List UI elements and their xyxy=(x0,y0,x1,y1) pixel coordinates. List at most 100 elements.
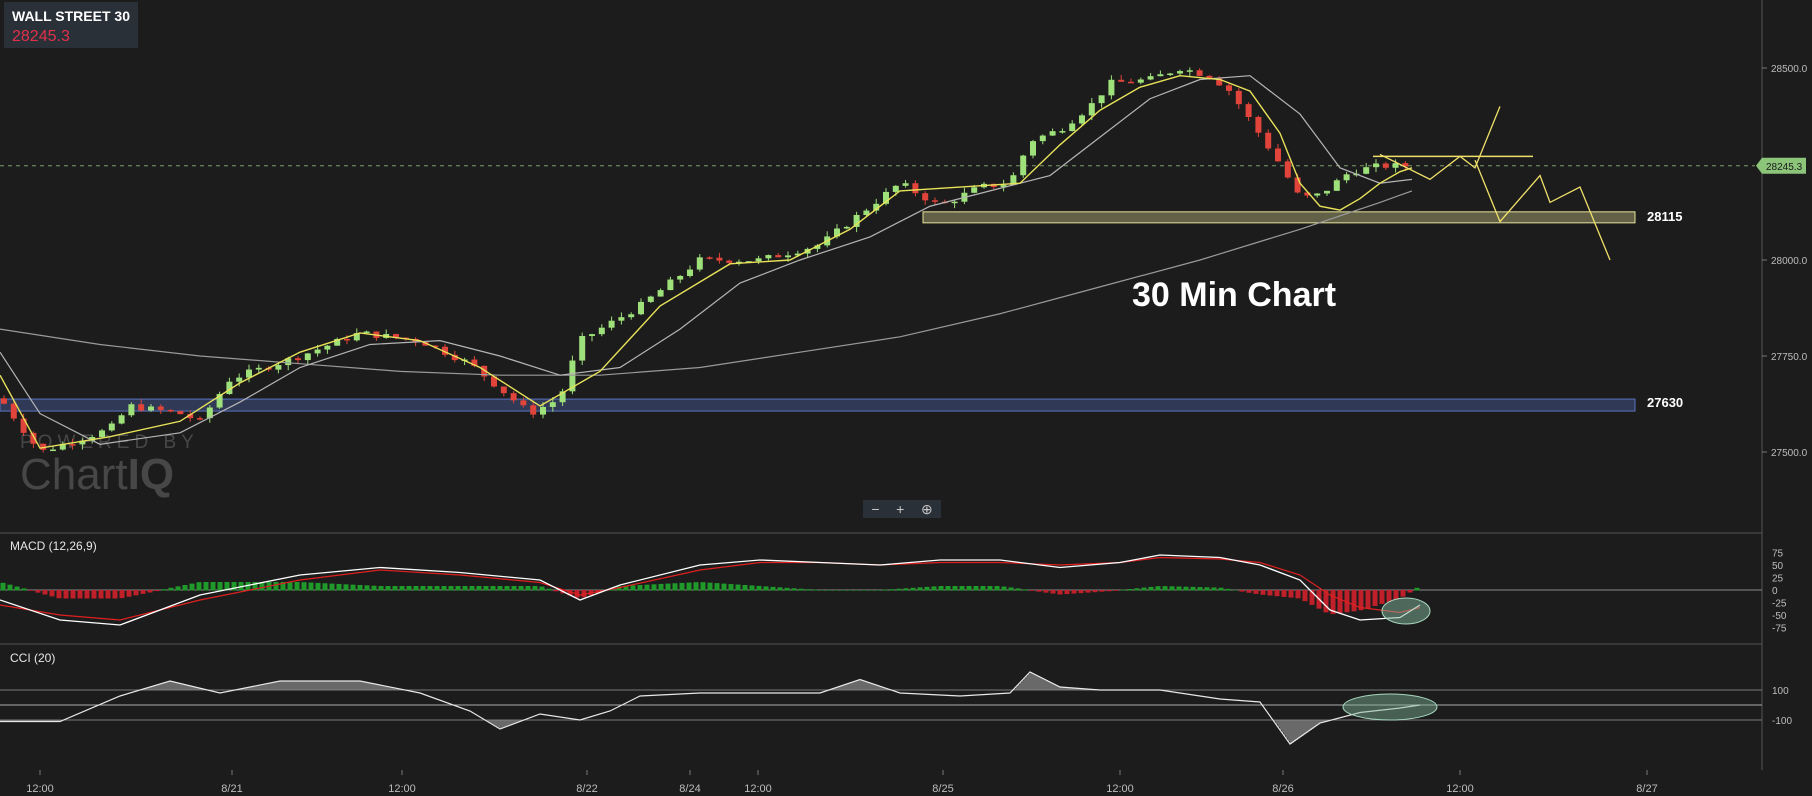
macd-hist-bar xyxy=(959,586,965,591)
macd-hist-bar xyxy=(511,586,517,591)
cci-fill-up xyxy=(304,681,306,690)
macd-hist-bar xyxy=(819,590,825,591)
candle-body xyxy=(128,404,135,416)
candle-body xyxy=(1030,141,1036,156)
cci-fill-up xyxy=(324,681,326,690)
macd-hist-bar xyxy=(476,586,482,591)
candle-body xyxy=(1079,115,1085,124)
cci-fill-up xyxy=(352,681,354,690)
cci-fill-up xyxy=(278,681,280,690)
macd-hist-bar xyxy=(0,582,6,591)
macd-hist-bar xyxy=(875,590,881,591)
candle-body xyxy=(99,430,105,437)
candle-body xyxy=(540,406,546,415)
macd-hist-bar xyxy=(1092,590,1098,593)
candle-body xyxy=(638,301,644,315)
candle-body xyxy=(912,183,919,194)
macd-hist-bar xyxy=(1379,590,1385,604)
macd-hist-bar xyxy=(679,582,685,591)
macd-hist-bar xyxy=(952,586,958,591)
cci-fill-up xyxy=(1030,672,1032,690)
macd-hist-bar xyxy=(147,590,153,593)
cci-fill-up xyxy=(348,681,350,690)
y-tick-label-2: 27750.0 xyxy=(1771,352,1808,363)
macd-hist-bar xyxy=(315,582,321,591)
macd-hist-bar xyxy=(833,590,839,591)
cci-fill-up xyxy=(294,681,296,690)
macd-hist-bar xyxy=(1036,590,1042,592)
macd-hist-bar xyxy=(994,586,1000,591)
macd-hist-bar xyxy=(49,590,55,597)
macd-hist-bar xyxy=(189,583,195,591)
macd-hist-bar xyxy=(441,586,447,591)
macd-hist-bar xyxy=(455,586,461,591)
macd-hist-bar xyxy=(1015,588,1021,591)
macd-hist-bar xyxy=(301,582,307,591)
macd-hist-bar xyxy=(672,583,678,591)
macd-hist-bar xyxy=(945,586,951,591)
macd-hist-bar xyxy=(1078,590,1084,594)
macd-hist-bar xyxy=(1043,590,1049,593)
candle-body xyxy=(1069,123,1076,132)
candle-body xyxy=(1049,131,1056,136)
candle-body xyxy=(1226,85,1232,91)
cci-fill-down xyxy=(1280,720,1282,730)
macd-hist-bar xyxy=(525,586,531,591)
cci-fill-up xyxy=(162,683,164,690)
candle-body xyxy=(157,406,164,410)
macd-hist-bar xyxy=(1246,590,1252,593)
cci-y-label-1: -100 xyxy=(1772,716,1792,727)
candle-body xyxy=(677,275,684,280)
support-zone-27630 xyxy=(0,398,1636,412)
macd-hist-bar xyxy=(847,590,853,591)
macd-hist-bar xyxy=(798,588,804,591)
cci-fill-up xyxy=(336,681,338,690)
cci-fill-up xyxy=(364,681,366,690)
macd-hist-bar xyxy=(1169,586,1175,591)
cci-fill-down xyxy=(1286,720,1288,739)
macd-hist-bar xyxy=(1400,590,1406,597)
cci-fill-up xyxy=(300,681,302,690)
macd-hist-bar xyxy=(1204,587,1210,591)
candle-body xyxy=(1039,135,1046,142)
cci-fill-up xyxy=(312,681,314,690)
cci-fill-down xyxy=(1282,720,1284,733)
candle-body xyxy=(1098,95,1105,104)
cci-fill-down xyxy=(1288,720,1290,742)
chart-canvas[interactable]: 28115 27630 28245.3 28500.0 28000.0 27750.0 27… xyxy=(0,0,1812,796)
candles xyxy=(1,67,1409,453)
macd-hist-bar xyxy=(728,584,734,591)
macd-hist-bar xyxy=(336,583,342,591)
macd-hist-bar xyxy=(1365,590,1371,609)
macd-hist-bar xyxy=(448,586,454,591)
cci-fill-up xyxy=(314,681,316,690)
cci-fill-up xyxy=(866,681,868,690)
candle-body xyxy=(951,201,958,204)
candle-body xyxy=(10,403,17,419)
cci-fill-up xyxy=(170,681,172,690)
candle-body xyxy=(598,327,605,335)
macd-y-label-3: 0 xyxy=(1772,586,1778,597)
cci-fill-up xyxy=(310,681,312,690)
cci-fill-up xyxy=(1028,674,1030,690)
candle-body xyxy=(530,405,537,415)
candle-body xyxy=(785,255,791,258)
cci-fill-up xyxy=(308,681,310,690)
candle-body xyxy=(667,279,674,291)
macd-hist-bar xyxy=(1225,588,1231,591)
cci-fill-up xyxy=(1036,675,1038,690)
macd-hist-bar xyxy=(1414,587,1420,591)
macd-hist-bar xyxy=(91,590,97,599)
macd-y-label-0: 75 xyxy=(1772,549,1784,560)
macd-hist-bar xyxy=(1274,590,1280,597)
macd-hist-bar xyxy=(861,590,867,591)
cci-fill-up xyxy=(332,681,334,690)
candle-body xyxy=(520,400,527,406)
macd-hist-bar xyxy=(490,586,496,591)
candle-body xyxy=(726,260,733,263)
macd-hist-bar xyxy=(910,587,916,591)
candle-body xyxy=(177,411,184,415)
cci-fill-up xyxy=(316,681,318,690)
candle-body xyxy=(657,290,664,297)
macd-hist-bar xyxy=(63,590,69,599)
